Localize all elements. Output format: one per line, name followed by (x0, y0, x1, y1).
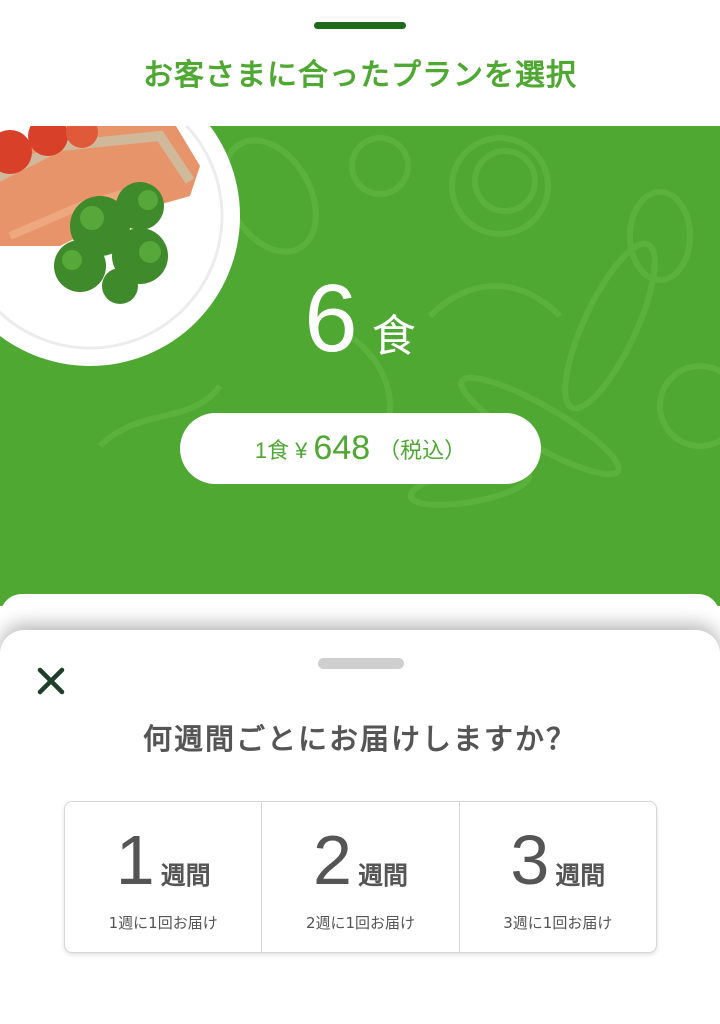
frequency-options: 1 週間 1週に1回お届け 2 週間 2週に1回お届け 3 週間 3週に1回お届け (64, 801, 657, 953)
option-unit: 週間 (555, 861, 606, 890)
price-prefix: 1食 ¥ (254, 437, 308, 463)
option-unit: 週間 (357, 861, 408, 890)
option-number: 2 (313, 821, 352, 899)
option-description: 3週に1回お届け (503, 914, 613, 932)
frequency-option-3-weeks[interactable]: 3 週間 3週に1回お届け (460, 802, 656, 952)
price-amount: 648 (313, 429, 371, 467)
option-number: 1 (115, 821, 155, 899)
frequency-option-1-week[interactable]: 1 週間 1週に1回お届け (65, 802, 263, 952)
plan-hero: 6食 1食 ¥ 648 （税込） (0, 126, 720, 606)
frequency-question: 何週間ごとにお届けしますか？ (142, 722, 577, 756)
drag-handle[interactable] (314, 22, 406, 29)
option-number: 3 (510, 821, 550, 899)
meal-count-unit: 食 (371, 311, 416, 362)
close-icon[interactable] (36, 666, 66, 696)
meal-count: 6食 (0, 264, 720, 374)
price-per-meal-badge: 1食 ¥ 648 （税込） (180, 413, 541, 484)
meal-count-number: 6 (304, 265, 358, 372)
option-unit: 週間 (160, 861, 211, 890)
page-title: お客さまに合ったプランを選択 (143, 58, 577, 93)
delivery-frequency-sheet: 何週間ごとにお届けしますか？ 1 週間 1週に1回お届け 2 週間 2週に1回お届け… (0, 630, 720, 1024)
option-description: 2週に1回お届け (305, 914, 416, 932)
option-description: 1週に1回お届け (108, 914, 218, 932)
frequency-option-2-weeks[interactable]: 2 週間 2週に1回お届け (262, 802, 460, 952)
sheet-drag-handle[interactable] (318, 658, 404, 669)
price-tax-note: （税込） (378, 437, 467, 463)
